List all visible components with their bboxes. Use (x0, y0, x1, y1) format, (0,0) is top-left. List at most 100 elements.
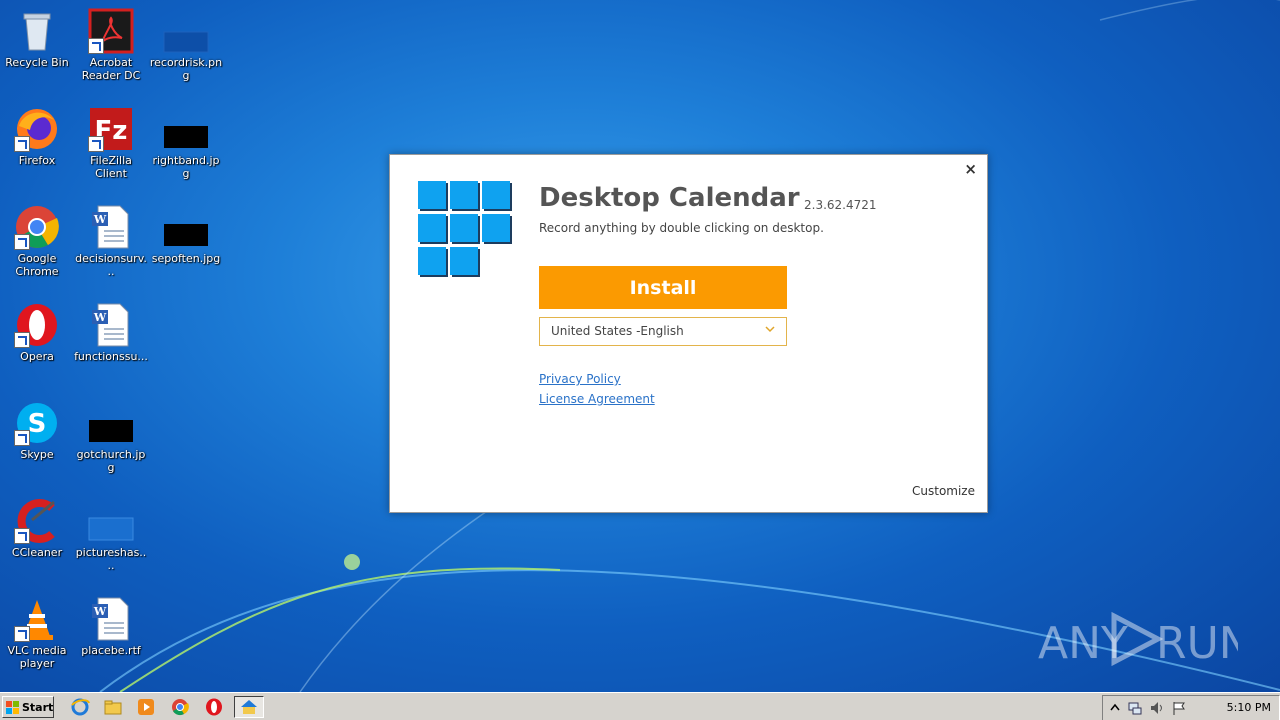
word-document-icon: W (88, 302, 134, 348)
privacy-policy-link[interactable]: Privacy Policy (539, 372, 621, 386)
logo-tile (450, 181, 478, 209)
recycle-bin-icon (14, 8, 60, 54)
volume-icon[interactable] (1149, 700, 1165, 716)
icon-label: decisionsurv... (75, 252, 147, 278)
license-agreement-link[interactable]: License Agreement (539, 392, 655, 406)
image-file-icon (163, 8, 209, 54)
language-selected-value: United States -English (551, 324, 684, 338)
start-button[interactable]: Start (2, 696, 54, 718)
file-explorer-icon[interactable] (103, 697, 123, 717)
image-file-icon (163, 204, 209, 250)
desktop-icon-google-chrome[interactable]: Google Chrome (0, 198, 74, 288)
svg-text:W: W (93, 605, 107, 618)
install-button[interactable]: Install (539, 266, 787, 309)
icon-label: recordrisk.png (149, 56, 223, 82)
icon-label: VLC media player (7, 644, 67, 670)
logo-tile (482, 181, 510, 209)
svg-text:W: W (93, 311, 107, 324)
chrome-taskbar-icon[interactable] (170, 697, 190, 717)
shortcut-arrow-icon (14, 234, 30, 250)
installer-dialog: × Desktop Calendar 2.3.62.4721 Record an… (389, 154, 988, 513)
desktop-icon-vlc[interactable]: VLC media player (0, 590, 74, 680)
windows-logo-icon (6, 701, 19, 714)
icon-label: Opera (20, 350, 54, 363)
firefox-icon (14, 106, 60, 152)
flag-icon[interactable] (1171, 700, 1187, 716)
icon-label: functionssu... (74, 350, 148, 363)
shortcut-arrow-icon (14, 332, 30, 348)
image-file-icon (163, 106, 209, 152)
desktop-icon-decisionsurv[interactable]: W decisionsurv... (74, 198, 148, 288)
desktop-icon-functionssu[interactable]: W functionssu... (74, 296, 148, 386)
desktop-icon-sepoften[interactable]: sepoften.jpg (149, 198, 223, 288)
shortcut-arrow-icon (14, 430, 30, 446)
shortcut-arrow-icon (14, 528, 30, 544)
word-document-icon: W (88, 204, 134, 250)
taskbar: Start 5:10 PM (0, 692, 1280, 720)
svg-text:W: W (93, 213, 107, 226)
vlc-cone-icon (14, 596, 60, 642)
watermark-text-right: RUN (1156, 618, 1238, 669)
icon-label: Firefox (18, 154, 56, 167)
media-player-icon[interactable] (136, 697, 156, 717)
logo-tile (482, 214, 510, 242)
logo-tile (418, 247, 446, 275)
close-button[interactable]: × (964, 160, 977, 178)
icon-label: pictureshas.... (75, 546, 147, 572)
icon-label: FileZilla Client (90, 154, 132, 180)
filezilla-icon: Fz (88, 106, 134, 152)
desktop-icon-acrobat-reader[interactable]: Acrobat Reader DC (74, 2, 148, 92)
system-tray: 5:10 PM (1102, 695, 1280, 720)
desktop-icon-placebe[interactable]: W placebe.rtf (74, 590, 148, 680)
chevron-up-icon[interactable] (1107, 700, 1123, 716)
internet-explorer-icon[interactable] (70, 697, 90, 717)
icon-label: sepoften.jpg (151, 252, 221, 265)
desktop: Recycle Bin Firefox Google Chrome Opera … (0, 0, 1280, 692)
icon-label: Recycle Bin (5, 56, 69, 69)
desktop-icon-firefox[interactable]: Firefox (0, 100, 74, 190)
desktop-icon-ccleaner[interactable]: CCleaner (0, 492, 74, 582)
ccleaner-icon (14, 498, 60, 544)
word-document-icon: W (88, 596, 134, 642)
desktop-icon-filezilla[interactable]: Fz FileZilla Client (74, 100, 148, 190)
image-file-icon (88, 498, 134, 544)
desktop-icon-recordrisk[interactable]: recordrisk.png (149, 2, 223, 92)
icon-label: placebe.rtf (81, 644, 141, 657)
desktop-icon-skype[interactable]: S Skype (0, 394, 74, 484)
clock[interactable]: 5:10 PM (1227, 701, 1271, 714)
network-icon[interactable] (1127, 700, 1143, 716)
logo-tile (418, 214, 446, 242)
desktop-calendar-logo-icon (418, 181, 514, 281)
desktop-icon-opera[interactable]: Opera (0, 296, 74, 386)
start-label: Start (22, 701, 54, 714)
desktop-icon-recycle-bin[interactable]: Recycle Bin (0, 2, 74, 92)
anyrun-watermark: ANY RUN (1038, 611, 1238, 669)
opera-taskbar-icon[interactable] (204, 697, 224, 717)
shortcut-arrow-icon (88, 136, 104, 152)
app-title: Desktop Calendar (539, 183, 800, 213)
svg-text:S: S (28, 409, 47, 439)
skype-icon: S (14, 400, 60, 446)
icon-label: Google Chrome (15, 252, 59, 278)
desktop-icon-pictureshas[interactable]: pictureshas.... (74, 492, 148, 582)
shortcut-arrow-icon (14, 626, 30, 642)
icon-label: Acrobat Reader DC (81, 56, 141, 82)
chrome-icon (14, 204, 60, 250)
installer-icon (241, 700, 257, 714)
icon-label: gotchurch.jpg (76, 448, 146, 474)
shortcut-arrow-icon (14, 136, 30, 152)
app-description: Record anything by double clicking on de… (539, 221, 824, 235)
language-select[interactable]: United States -English (539, 317, 787, 346)
desktop-icon-gotchurch[interactable]: gotchurch.jpg (74, 394, 148, 484)
acrobat-icon (88, 8, 134, 54)
image-file-icon (88, 400, 134, 446)
desktop-icon-rightband[interactable]: rightband.jpg (149, 100, 223, 190)
logo-tile (450, 247, 478, 275)
chevron-down-icon (765, 326, 775, 333)
icon-label: CCleaner (11, 546, 63, 559)
logo-tile (418, 181, 446, 209)
app-version: 2.3.62.4721 (804, 198, 877, 212)
customize-link[interactable]: Customize (912, 484, 975, 498)
installer-taskbar-button[interactable] (234, 696, 264, 718)
icon-label: Skype (20, 448, 54, 461)
